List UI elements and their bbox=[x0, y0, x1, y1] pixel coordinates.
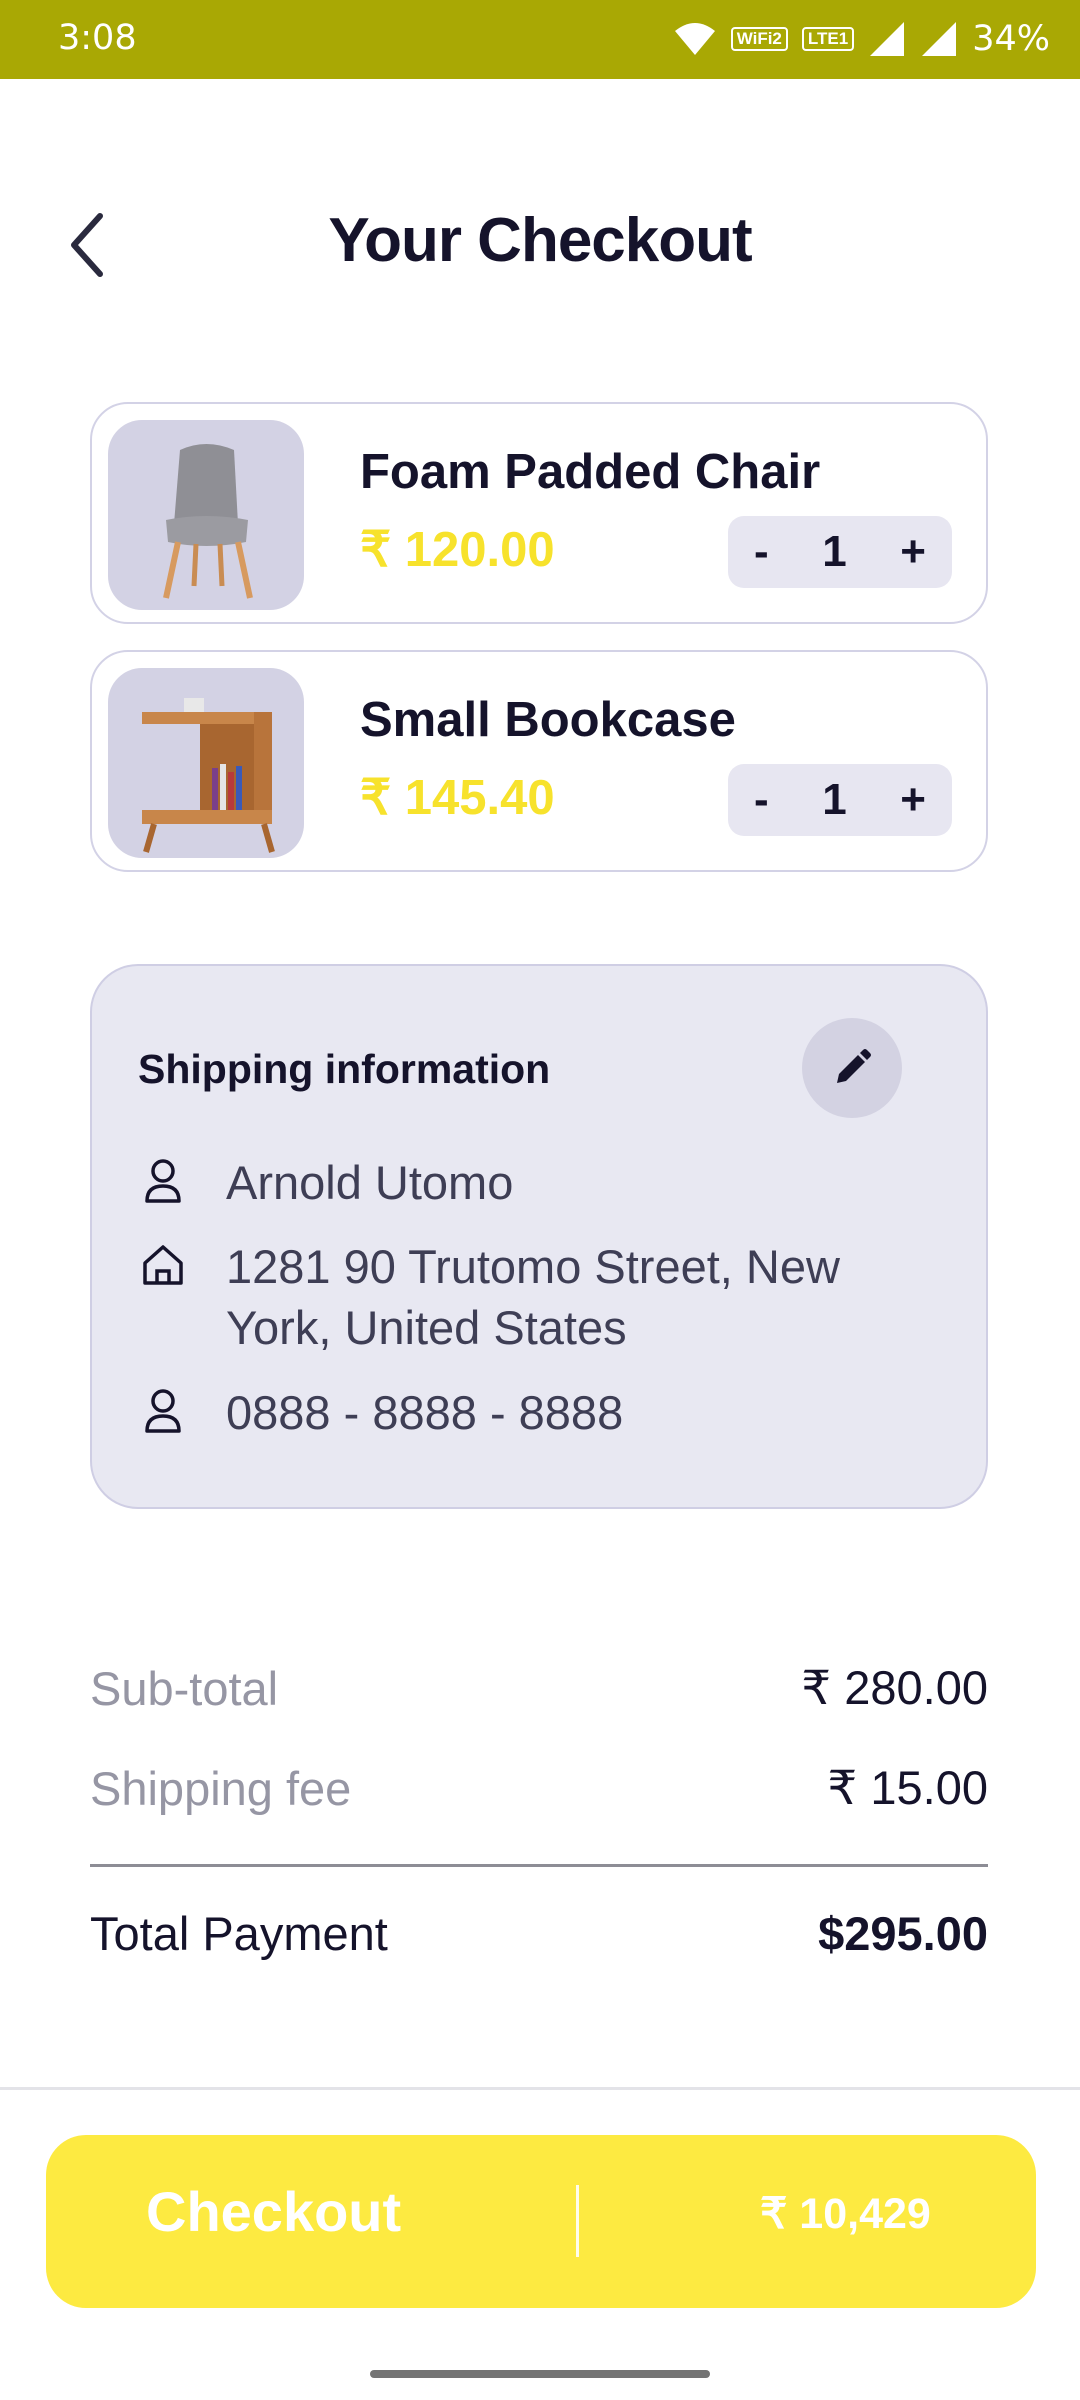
shipping-info-card: Shipping information Arnold Utomo 1281 9… bbox=[90, 964, 988, 1509]
cart-item[interactable]: Foam Padded Chair ₹ 120.00 - 1 + bbox=[90, 402, 988, 624]
pencil-icon bbox=[837, 1049, 871, 1083]
quantity-value: 1 bbox=[822, 775, 847, 824]
user-icon bbox=[138, 1156, 188, 1206]
cart-item[interactable]: Small Bookcase ₹ 145.40 - 1 + bbox=[90, 650, 988, 872]
increase-button[interactable]: + bbox=[900, 527, 926, 577]
status-icons: WiFi2 LTE1 34% bbox=[673, 14, 1050, 64]
summary-divider bbox=[90, 1864, 988, 1867]
item-name: Foam Padded Chair bbox=[360, 445, 821, 499]
shipping-fee-value: ₹ 15.00 bbox=[827, 1761, 988, 1814]
subtotal-label: Sub-total bbox=[90, 1661, 279, 1715]
lte-badge: LTE1 bbox=[801, 27, 855, 51]
wifi-icon bbox=[674, 23, 715, 55]
quantity-value: 1 bbox=[822, 527, 847, 576]
decrease-button[interactable]: - bbox=[754, 527, 769, 577]
shipping-fee-label: Shipping fee bbox=[90, 1761, 352, 1815]
checkout-button[interactable]: Checkout ₹ 10,429 bbox=[46, 2135, 1036, 2308]
shipping-title: Shipping information bbox=[138, 1046, 551, 1092]
page-title: Your Checkout bbox=[328, 206, 752, 275]
signal-icon bbox=[870, 22, 905, 56]
checkout-amount: ₹ 10,429 bbox=[760, 2190, 931, 2238]
shipping-name: Arnold Utomo bbox=[226, 1156, 514, 1209]
item-price: ₹ 120.00 bbox=[360, 523, 555, 577]
checkout-separator bbox=[576, 2185, 579, 2257]
signal-icon-2 bbox=[922, 22, 957, 56]
bookcase-image bbox=[108, 668, 304, 858]
checkout-label: Checkout bbox=[146, 2180, 402, 2243]
subtotal-row: Sub-total ₹ 280.00 bbox=[90, 1660, 988, 1716]
shipping-address-row: 1281 90 Trutomo Street, New York, United… bbox=[138, 1236, 906, 1358]
status-time: 3:08 bbox=[58, 18, 137, 58]
decrease-button[interactable]: - bbox=[754, 775, 769, 825]
total-value: $295.00 bbox=[818, 1907, 988, 1960]
subtotal-value: ₹ 280.00 bbox=[801, 1661, 988, 1714]
quantity-stepper: - 1 + bbox=[728, 764, 952, 836]
battery-level: 34% bbox=[972, 19, 1050, 59]
wifi-calling-badge: WiFi2 bbox=[730, 27, 788, 51]
increase-button[interactable]: + bbox=[900, 775, 926, 825]
item-price: ₹ 145.40 bbox=[360, 771, 555, 825]
item-name: Small Bookcase bbox=[360, 693, 736, 747]
shipping-phone: 0888 - 8888 - 8888 bbox=[226, 1386, 624, 1439]
home-indicator[interactable] bbox=[370, 2370, 710, 2378]
total-row: Total Payment $295.00 bbox=[90, 1906, 988, 1961]
status-bar: 3:08 WiFi2 LTE1 34% bbox=[0, 0, 1080, 79]
edit-shipping-button[interactable] bbox=[802, 1018, 902, 1118]
chair-image bbox=[108, 420, 304, 610]
shipping-name-row: Arnold Utomo bbox=[138, 1152, 906, 1213]
home-icon bbox=[138, 1240, 188, 1290]
shipping-fee-row: Shipping fee ₹ 15.00 bbox=[90, 1760, 988, 1816]
total-label: Total Payment bbox=[90, 1907, 388, 1960]
shipping-address: 1281 90 Trutomo Street, New York, United… bbox=[226, 1240, 840, 1354]
quantity-stepper: - 1 + bbox=[728, 516, 952, 588]
user-icon bbox=[138, 1386, 188, 1436]
bottom-divider bbox=[0, 2087, 1080, 2090]
shipping-phone-row: 0888 - 8888 - 8888 bbox=[138, 1382, 906, 1443]
